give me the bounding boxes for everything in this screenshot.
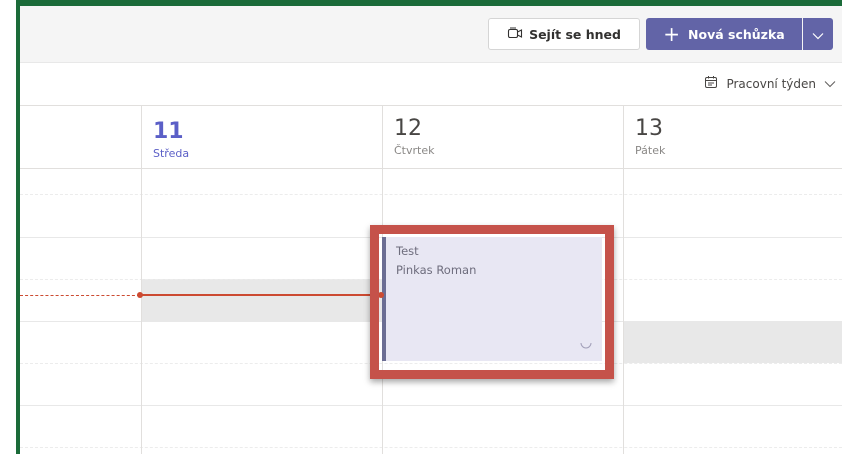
day-number: 13 [635, 116, 663, 141]
calendar-toolbar: Sejít se hned + Nová schůzka [20, 6, 842, 63]
video-camera-icon [507, 26, 523, 43]
current-time-line [140, 294, 383, 296]
chevron-down-icon [812, 25, 824, 44]
day-name: Středa [153, 147, 190, 160]
new-meeting-label: Nová schůzka [688, 26, 785, 42]
day-header-friday[interactable]: 13 Pátek [623, 106, 842, 168]
time-grid-line [20, 194, 842, 195]
left-margin [0, 0, 16, 454]
highlight-box [370, 225, 614, 379]
day-headers: 11 Středa 12 Čtvrtek 13 Pátek [20, 106, 842, 169]
chevron-down-icon [824, 77, 836, 91]
meet-now-label: Sejít se hned [529, 26, 621, 42]
day-separator [623, 106, 624, 454]
day-number: 11 [153, 119, 184, 144]
plus-icon: + [663, 22, 681, 46]
day-name: Čtvrtek [394, 144, 435, 157]
view-bar: Pracovní týden [20, 63, 842, 106]
busy-block [141, 279, 382, 321]
day-separator [141, 106, 142, 454]
time-grid-line [20, 405, 842, 406]
view-selector-label: Pracovní týden [726, 76, 816, 91]
day-header-wednesday[interactable]: 11 Středa [141, 106, 382, 168]
new-meeting-dropdown-button[interactable] [803, 18, 833, 50]
day-header-thursday[interactable]: 12 Čtvrtek [382, 106, 623, 168]
calendar-icon [704, 75, 718, 92]
day-name: Pátek [635, 144, 666, 157]
current-time-marker [137, 292, 143, 298]
current-time-line-past [20, 295, 140, 296]
calendar-app: Sejít se hned + Nová schůzka Pracovní tý… [20, 6, 842, 454]
view-selector[interactable]: Pracovní týden [704, 75, 836, 92]
day-number: 12 [394, 116, 422, 141]
meet-now-button[interactable]: Sejít se hned [488, 18, 640, 50]
busy-block [623, 321, 842, 363]
new-meeting-button[interactable]: + Nová schůzka [646, 18, 802, 50]
time-grid-line [20, 447, 842, 448]
